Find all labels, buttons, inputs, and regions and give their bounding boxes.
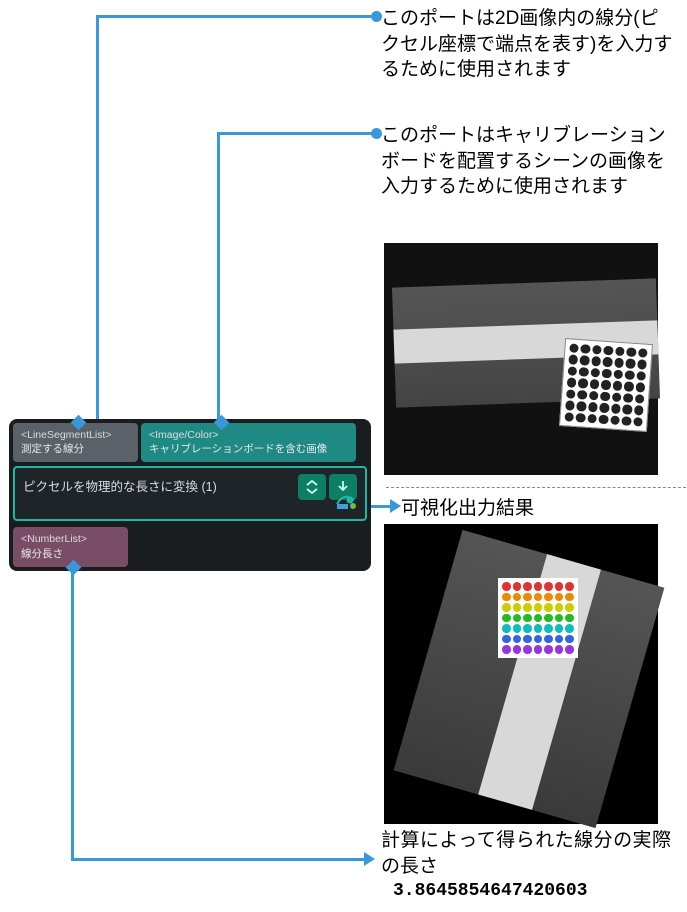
output-image-thumbnail [384,524,658,824]
visibility-icon[interactable] [336,494,358,515]
connector-line [371,505,392,508]
port-type: <Image/Color> [149,428,348,442]
port-label: 測定する線分 [21,442,130,456]
port-label: 線分長さ [21,547,120,561]
expand-icon [304,480,320,494]
expand-button[interactable] [298,474,326,500]
input-ports-row: <LineSegmentList> 測定する線分 <Image/Color> キ… [11,421,369,464]
node-body[interactable]: ピクセルを物理的な長さに変換 (1) [13,466,367,521]
annotation-vis: 可視化出力結果 [401,496,534,522]
connector-line [217,132,220,420]
connector-line [71,858,366,861]
connector-line [96,15,99,419]
input-port-image[interactable]: <Image/Color> キャリブレーションボードを含む画像 [141,423,356,462]
input-port-linesegment[interactable]: <LineSegmentList> 測定する線分 [13,423,138,462]
port-type: <NumberList> [21,532,120,546]
port-label: キャリブレーションボードを含む画像 [149,442,348,456]
rotated-scene [394,530,665,828]
output-ports-row: <NumberList> 線分長さ [11,523,369,568]
node[interactable]: <LineSegmentList> 測定する線分 <Image/Color> キ… [9,419,371,571]
calibration-board [559,338,653,432]
connector-arrow [364,852,375,866]
connector-line [71,567,74,860]
annotation-output: 計算によって得られた線分の実際の長さ [381,828,671,879]
download-icon [336,480,350,494]
annotation-port1: このポートは2D画像内の線分(ピクセル座標で端点を表す)を入力するために使用され… [381,6,676,83]
annotation-port2: このポートはキャリブレーションボードを配置するシーンの画像を入力するために使用さ… [381,123,676,200]
connector-line [98,15,376,18]
port-type: <LineSegmentList> [21,428,130,442]
connector-arrow [390,499,401,513]
output-port-numberlist[interactable]: <NumberList> 線分長さ [13,527,128,566]
separator [386,487,686,488]
connector-line [218,132,376,135]
color-calibration-board [498,578,578,658]
input-image-thumbnail [384,243,658,475]
result-value: 3.8645854647420603 [393,881,587,901]
